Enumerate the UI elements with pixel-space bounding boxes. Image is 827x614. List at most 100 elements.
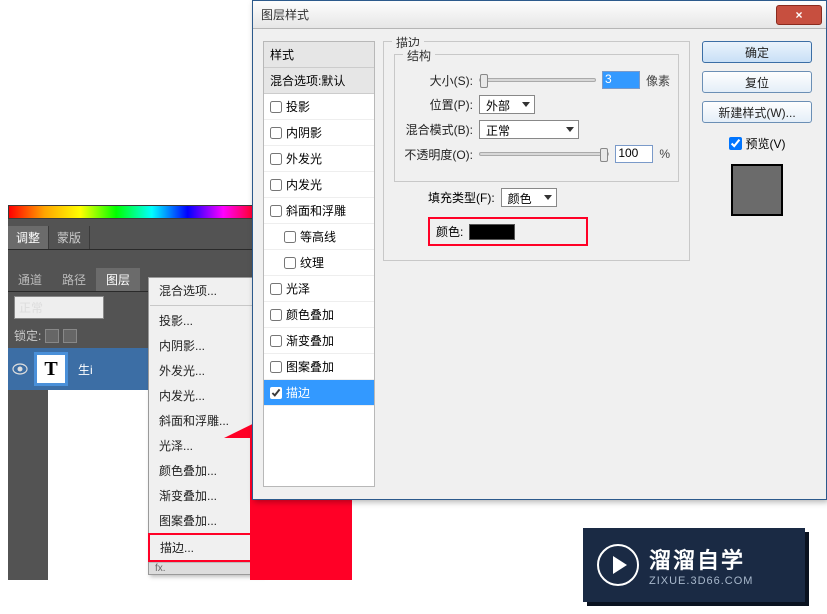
menu-inner-shadow[interactable]: 内阴影...	[149, 333, 263, 358]
tab-channels[interactable]: 通道	[8, 268, 52, 291]
style-list-header[interactable]: 样式	[264, 42, 374, 68]
menu-pattern-overlay[interactable]: 图案叠加...	[149, 508, 263, 533]
new-style-button[interactable]: 新建样式(W)...	[702, 101, 812, 123]
blend-row: 混合模式(B): 正常	[403, 120, 670, 139]
chk-pattern-overlay[interactable]	[270, 361, 282, 373]
opacity-row: 不透明度(O): 100 %	[403, 145, 670, 163]
chk-texture[interactable]	[284, 257, 296, 269]
stroke-settings: 描边 结构 大小(S): 3 像素 位置(P): 外部 混合模式(B):	[383, 41, 690, 487]
fill-type-row: 填充类型(F): 颜色	[428, 188, 679, 207]
menu-blend-options[interactable]: 混合选项...	[149, 278, 263, 303]
menu-separator	[150, 305, 262, 306]
chk-color-overlay[interactable]	[270, 309, 282, 321]
color-label: 颜色:	[436, 223, 463, 240]
lbl-pattern-overlay: 图案叠加	[286, 358, 334, 375]
lock-pixels-icon[interactable]	[63, 329, 77, 343]
lock-label: 锁定:	[14, 327, 41, 344]
style-color-overlay[interactable]: 颜色叠加	[264, 302, 374, 328]
preview-swatch	[731, 164, 783, 216]
menu-gradient-overlay[interactable]: 渐变叠加...	[149, 483, 263, 508]
lbl-contour: 等高线	[300, 228, 336, 245]
chk-stroke[interactable]	[270, 387, 282, 399]
style-inner-glow[interactable]: 内发光	[264, 172, 374, 198]
style-list: 样式 混合选项:默认 投影 内阴影 外发光 内发光 斜面和浮雕 等高线 纹理 光…	[263, 41, 375, 487]
close-button[interactable]: ×	[776, 5, 822, 25]
lbl-bevel: 斜面和浮雕	[286, 202, 346, 219]
lbl-inner-glow: 内发光	[286, 176, 322, 193]
logo-text: 溜溜自学 ZIXUE.3D66.COM	[649, 543, 753, 587]
lbl-satin: 光泽	[286, 280, 310, 297]
position-select[interactable]: 外部	[479, 95, 535, 114]
menu-stroke[interactable]: 描边...	[148, 533, 264, 562]
chk-satin[interactable]	[270, 283, 282, 295]
style-bevel[interactable]: 斜面和浮雕	[264, 198, 374, 224]
style-inner-shadow[interactable]: 内阴影	[264, 120, 374, 146]
chk-bevel[interactable]	[270, 205, 282, 217]
chk-outer-glow[interactable]	[270, 153, 282, 165]
panel-tabs: 调整 蒙版	[8, 226, 260, 250]
color-row: 颜色:	[428, 217, 588, 246]
chk-inner-glow[interactable]	[270, 179, 282, 191]
dialog-title: 图层样式	[261, 6, 309, 23]
chk-inner-shadow[interactable]	[270, 127, 282, 139]
lbl-outer-glow: 外发光	[286, 150, 322, 167]
layer-name[interactable]: 生i	[74, 361, 97, 378]
tab-layers[interactable]: 图层	[96, 268, 140, 291]
menu-footer: fx.	[149, 562, 263, 574]
position-label: 位置(P):	[403, 96, 473, 113]
opacity-slider[interactable]	[479, 152, 609, 156]
style-gradient-overlay[interactable]: 渐变叠加	[264, 328, 374, 354]
layer-thumbnail[interactable]: T	[34, 352, 68, 386]
play-icon	[597, 544, 639, 586]
dialog-title-bar[interactable]: 图层样式 ×	[253, 1, 826, 29]
opacity-input[interactable]: 100	[615, 145, 653, 163]
size-row: 大小(S): 3 像素	[403, 71, 670, 89]
menu-drop-shadow[interactable]: 投影...	[149, 308, 263, 333]
lbl-stroke: 描边	[286, 384, 310, 401]
chk-gradient-overlay[interactable]	[270, 335, 282, 347]
chk-drop-shadow[interactable]	[270, 101, 282, 113]
watermark-logo: 溜溜自学 ZIXUE.3D66.COM	[583, 528, 805, 602]
style-contour[interactable]: 等高线	[264, 224, 374, 250]
logo-name: 溜溜自学	[649, 543, 753, 575]
style-stroke[interactable]: 描边	[264, 380, 374, 406]
fill-label: 填充类型(F):	[428, 189, 495, 206]
layer-style-dialog: 图层样式 × 样式 混合选项:默认 投影 内阴影 外发光 内发光 斜面和浮雕 等…	[252, 0, 827, 500]
menu-color-overlay[interactable]: 颜色叠加...	[149, 458, 263, 483]
tab-adjust[interactable]: 调整	[8, 226, 49, 249]
style-drop-shadow[interactable]: 投影	[264, 94, 374, 120]
reset-button[interactable]: 复位	[702, 71, 812, 93]
logo-url: ZIXUE.3D66.COM	[649, 575, 753, 587]
layer-blend-select[interactable]: 正常	[14, 296, 104, 319]
size-label: 大小(S):	[403, 72, 473, 89]
menu-outer-glow[interactable]: 外发光...	[149, 358, 263, 383]
style-pattern-overlay[interactable]: 图案叠加	[264, 354, 374, 380]
color-spectrum[interactable]	[8, 205, 260, 219]
lbl-gradient-overlay: 渐变叠加	[286, 332, 334, 349]
opacity-unit: %	[659, 147, 670, 161]
lbl-drop-shadow: 投影	[286, 98, 310, 115]
visibility-icon[interactable]	[12, 363, 28, 375]
lbl-color-overlay: 颜色叠加	[286, 306, 334, 323]
preview-checkbox[interactable]	[729, 137, 742, 150]
structure-title: 结构	[403, 47, 435, 64]
blend-label: 混合模式(B):	[403, 121, 473, 138]
fill-select[interactable]: 颜色	[501, 188, 557, 207]
stroke-fieldset: 描边 结构 大小(S): 3 像素 位置(P): 外部 混合模式(B):	[383, 41, 690, 261]
style-texture[interactable]: 纹理	[264, 250, 374, 276]
size-input[interactable]: 3	[602, 71, 640, 89]
tab-mask[interactable]: 蒙版	[49, 226, 90, 249]
opacity-label: 不透明度(O):	[403, 146, 473, 163]
chk-contour[interactable]	[284, 231, 296, 243]
blend-defaults[interactable]: 混合选项:默认	[264, 68, 374, 94]
lock-transparent-icon[interactable]	[45, 329, 59, 343]
preview-checkbox-row[interactable]: 预览(V)	[729, 135, 786, 152]
tab-paths[interactable]: 路径	[52, 268, 96, 291]
dialog-buttons: 确定 复位 新建样式(W)... 预览(V)	[698, 41, 816, 487]
style-outer-glow[interactable]: 外发光	[264, 146, 374, 172]
style-satin[interactable]: 光泽	[264, 276, 374, 302]
color-swatch[interactable]	[469, 224, 515, 240]
size-slider[interactable]	[479, 78, 596, 82]
blend-select[interactable]: 正常	[479, 120, 579, 139]
ok-button[interactable]: 确定	[702, 41, 812, 63]
